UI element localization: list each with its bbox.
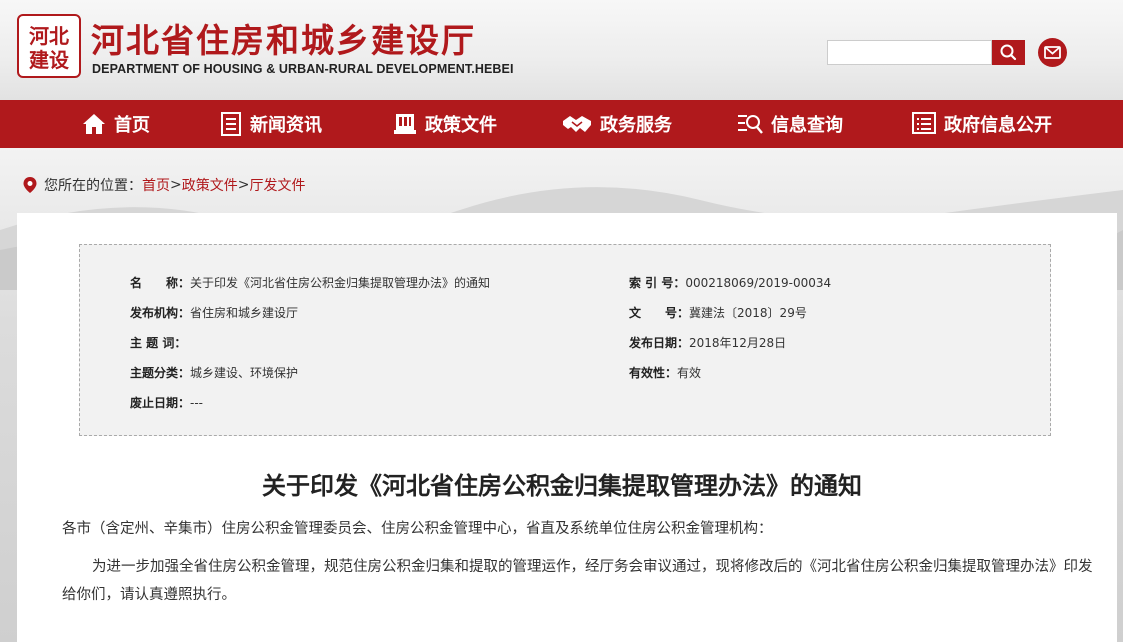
meta-date-label: 发布日期： [629,336,690,350]
site-subtitle: DEPARTMENT OF HOUSING & URBAN-RURAL DEVE… [92,62,514,76]
site-title: 河北省住房和城乡建设厅 [91,21,476,60]
meta-validity-value: 有效 [677,366,702,380]
meta-index: 索 引 号：000218069/2019-00034 [629,274,831,291]
meta-keywords-label: 主 题 词： [130,336,187,350]
document-title: 关于印发《河北省住房公积金归集提取管理办法》的通知 [262,472,862,500]
meta-name-value: 关于印发《河北省住房公积金归集提取管理办法》的通知 [190,276,491,290]
breadcrumb-prefix: 您所在的位置： [44,178,142,194]
breadcrumb-policy[interactable]: 政策文件 [182,175,238,195]
mail-button[interactable] [1038,38,1067,67]
meta-docno: 文 号：冀建法〔2018〕29号 [629,304,807,321]
nav-label: 新闻资讯 [250,115,322,136]
nav-label: 首页 [114,115,150,136]
document-body-line2: 给你们，请认真遵照执行。 [62,587,236,603]
meta-org-value: 省住房和城乡建设厅 [190,306,299,320]
meta-abolish: 废止日期：--- [130,394,203,411]
nav-item-policy[interactable]: 政策文件 [393,100,497,148]
meta-keywords: 主 题 词： [130,334,186,351]
nav-label: 政策文件 [425,115,497,136]
meta-name: 名 称：关于印发《河北省住房公积金归集提取管理办法》的通知 [130,274,490,291]
policy-icon [394,114,416,134]
site-logo-seal[interactable]: 河北 建设 [17,14,81,78]
nav-item-home[interactable]: 首页 [82,100,150,148]
mail-icon [1044,46,1061,59]
meta-index-value: 000218069/2019-00034 [685,276,832,290]
document-metadata: 名 称：关于印发《河北省住房公积金归集提取管理办法》的通知 索 引 号：0002… [79,244,1051,436]
meta-docno-value: 冀建法〔2018〕29号 [689,306,807,320]
svg-text:河北: 河北 [29,24,69,48]
search-input[interactable] [827,40,992,65]
news-icon [221,112,241,136]
breadcrumb: 您所在的位置： 首页 > 政策文件 > 厅发文件 [22,175,305,195]
breadcrumb-separator: > [170,177,182,193]
meta-org: 发布机构：省住房和城乡建设厅 [130,304,298,321]
nav-item-news[interactable]: 新闻资讯 [220,100,322,148]
meta-org-label: 发布机构： [130,306,191,320]
seal-icon: 河北 建设 [29,24,69,72]
meta-validity-label: 有效性： [629,366,678,380]
home-icon [83,114,105,134]
search-icon [1000,44,1017,61]
list-icon [912,112,936,134]
nav-label: 政务服务 [600,115,672,136]
nav-item-query[interactable]: 信息查询 [737,100,843,148]
meta-date: 发布日期：2018年12月28日 [629,334,786,351]
meta-category-label: 主题分类： [130,366,191,380]
search-button[interactable] [992,40,1025,65]
meta-abolish-value: --- [190,396,204,410]
location-pin-icon [23,177,37,193]
content-panel: 名 称：关于印发《河北省住房公积金归集提取管理办法》的通知 索 引 号：0002… [17,213,1117,642]
nav-item-service[interactable]: 政务服务 [562,100,672,148]
breadcrumb-separator: > [237,177,250,193]
document-salutation: 各市（含定州、辛集市）住房公积金管理委员会、住房公积金管理中心，省直及系统单位住… [62,521,773,537]
nav-label: 政府信息公开 [944,115,1052,136]
meta-docno-label: 文 号： [629,306,690,320]
meta-category-value: 城乡建设、环境保护 [190,366,299,380]
handshake-icon [563,116,591,132]
document-body-line1: 为进一步加强全省住房公积金管理，规范住房公积金归集和提取的管理运作，经厅务会审议… [92,559,1093,575]
meta-name-label: 名 称： [130,276,191,290]
breadcrumb-dept-docs[interactable]: 厅发文件 [249,175,305,195]
main-navigation: 首页 新闻资讯 政策文件 政务服务 信息查询 政府信息公开 [0,100,1123,148]
search-list-icon [738,115,763,134]
meta-validity: 有效性：有效 [629,364,701,381]
nav-item-gov-info[interactable]: 政府信息公开 [912,100,1052,148]
meta-date-value: 2018年12月28日 [689,336,787,350]
meta-category: 主题分类：城乡建设、环境保护 [130,364,298,381]
meta-abolish-label: 废止日期： [130,396,191,410]
breadcrumb-home[interactable]: 首页 [142,175,170,195]
meta-index-label: 索 引 号： [629,276,686,290]
nav-label: 信息查询 [771,115,843,136]
svg-text:建设: 建设 [29,48,69,72]
